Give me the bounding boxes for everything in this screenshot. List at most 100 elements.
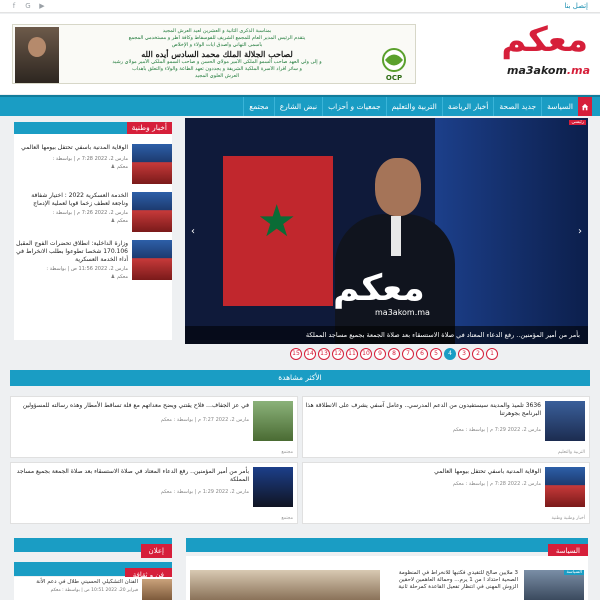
logo-latin: ma3akom.ma bbox=[507, 64, 590, 77]
banner-line: بأسمى التهاني وأصدق آيات الولاء و الإخلا… bbox=[171, 42, 263, 48]
news-thumbnail[interactable] bbox=[253, 401, 293, 441]
most-viewed-title: الأكثر مشاهدة bbox=[10, 370, 590, 386]
news-meta: فبراير 20، 2022 10:51 ص | بواسطة : معكم bbox=[50, 588, 138, 593]
page-dot[interactable]: 8 bbox=[388, 348, 400, 360]
news-category[interactable]: التربية والتعليم bbox=[558, 450, 585, 455]
art-section-header: فن و ثقافة bbox=[14, 562, 172, 582]
news-title[interactable]: 3636 تلميذ والمدينة سيستفيدون من الدعم ا… bbox=[305, 402, 541, 418]
politics-section-header: السياسة bbox=[186, 538, 588, 558]
top-bar: f G ▶ إتصل بنا bbox=[0, 0, 600, 13]
page-dot[interactable]: 15 bbox=[290, 348, 302, 360]
list-item[interactable]: الخدمة العسكرية 2022 : اختيار شفافة وناج… bbox=[14, 192, 172, 234]
slide-category-tag[interactable]: رئيسي bbox=[569, 120, 586, 125]
news-thumbnail[interactable] bbox=[132, 192, 172, 232]
news-thumbnail[interactable] bbox=[132, 144, 172, 184]
news-thumbnail[interactable] bbox=[545, 467, 585, 507]
banner-text: بمناسبة الذكرى الثانية و العشرين لعيد ال… bbox=[63, 28, 371, 80]
list-item[interactable]: الوقاية المدنية باسفي تحتفل بيومها العال… bbox=[302, 462, 590, 524]
page-dot[interactable]: 2 bbox=[472, 348, 484, 360]
news-title[interactable]: الفنان التشكيلي الحسيني طلال في دعم الأن… bbox=[18, 579, 138, 585]
featured-slider[interactable]: معكم ma3akom.ma رئيسي ‹ › بأمر من أمير ا… bbox=[185, 118, 588, 344]
google-plus-icon[interactable]: G bbox=[24, 2, 32, 11]
list-item[interactable]: الوقاية المدنية باسفي تحتفل بيومها العال… bbox=[14, 144, 172, 186]
news-meta: مارس 2، 2022 7:28 م | بواسطة : معكم bbox=[452, 481, 541, 487]
news-meta: مارس 2، 2022 7:26 م | بواسطة : bbox=[52, 210, 128, 216]
site-logo[interactable]: معكم ma3akom.ma bbox=[462, 20, 592, 88]
svg-text:OCP: OCP bbox=[386, 74, 402, 82]
widget-title: أخبار وطنية bbox=[14, 122, 172, 134]
news-author: معكم ♟ bbox=[110, 218, 128, 224]
page-dot[interactable]: 5 bbox=[430, 348, 442, 360]
logo-arabic: معكم bbox=[501, 20, 589, 60]
page-dot[interactable]: 10 bbox=[360, 348, 372, 360]
ad-section-header: إعلان bbox=[14, 538, 172, 558]
home-icon bbox=[581, 103, 589, 110]
page-dot[interactable]: 14 bbox=[304, 348, 316, 360]
page-dot[interactable]: 12 bbox=[332, 348, 344, 360]
page-dot[interactable]: 3 bbox=[458, 348, 470, 360]
nav-item-sports[interactable]: أخبار الرياضة bbox=[441, 97, 494, 116]
slider-next-icon[interactable]: › bbox=[578, 226, 582, 237]
contact-link[interactable]: إتصل بنا bbox=[564, 2, 588, 10]
news-thumbnail[interactable] bbox=[132, 240, 172, 280]
slide-caption[interactable]: بأمر من أمير المؤمنين.. رفع الدعاء المعت… bbox=[185, 326, 588, 344]
list-item[interactable]: في عز الجفاف… فلاح يقتني ويضح معداتهم مع… bbox=[10, 396, 298, 458]
slider-prev-icon[interactable]: ‹ bbox=[191, 226, 195, 237]
page-dot[interactable]: 9 bbox=[374, 348, 386, 360]
page-dot[interactable]: 7 bbox=[402, 348, 414, 360]
banner-line: العرش العلوي المجيد bbox=[194, 73, 239, 79]
list-item[interactable]: بأمر من أمير المؤمنين.. رفع الدعاء المعت… bbox=[10, 462, 298, 524]
nav-item-education[interactable]: التربية والتعليم bbox=[385, 97, 442, 116]
news-thumbnail[interactable] bbox=[253, 467, 293, 507]
home-button[interactable] bbox=[578, 97, 592, 116]
list-item[interactable]: 3636 تلميذ والمدينة سيستفيدون من الدعم ا… bbox=[302, 396, 590, 458]
news-meta: مارس 2، 2022 7:28 م | بواسطة : bbox=[52, 156, 128, 162]
slide-watermark-latin: ma3akom.ma bbox=[375, 308, 430, 317]
banner-line: بمناسبة الذكرى الثانية و العشرين لعيد ال… bbox=[162, 28, 272, 34]
banner-line: لصاحب الجلالة الملك محمد السادس أيده الل… bbox=[141, 49, 293, 59]
ad-banner[interactable]: بمناسبة الذكرى الثانية و العشرين لعيد ال… bbox=[12, 24, 416, 84]
facebook-icon[interactable]: f bbox=[10, 2, 18, 11]
art-culture-widget: الفنان التشكيلي الحسيني طلال في دعم الأن… bbox=[14, 577, 172, 600]
news-meta: مارس 2، 2022 7:27 م | بواسطة : معكم bbox=[160, 417, 249, 423]
page-dot[interactable]: 11 bbox=[346, 348, 358, 360]
news-meta: مارس 2، 2022 1:29 م | بواسطة : معكم bbox=[160, 489, 249, 495]
king-photo bbox=[15, 27, 59, 83]
news-category[interactable]: أخبار وطنية وطنية bbox=[551, 516, 585, 521]
news-author: معكم ♟ bbox=[110, 164, 128, 170]
morocco-flag bbox=[223, 156, 333, 306]
news-meta: مارس 2، 2022 7:29 م | بواسطة : معكم bbox=[452, 427, 541, 433]
page-dot[interactable]: 6 bbox=[416, 348, 428, 360]
news-title[interactable]: الوقاية المدنية باسفي تحتفل بيومها العال… bbox=[305, 468, 541, 476]
nav-item-associations[interactable]: جمعيات و أحزاب bbox=[322, 97, 386, 116]
banner-line: و إلى ولي العهد صاحب السمو الملكي الأمير… bbox=[112, 59, 322, 65]
site-header: بمناسبة الذكرى الثانية و العشرين لعيد ال… bbox=[0, 14, 600, 94]
banner-line: يتقدم الرئيس المدير العام للمجمع الشريف … bbox=[128, 35, 306, 41]
ocp-logo: OCP bbox=[382, 48, 406, 82]
news-title[interactable]: في عز الجفاف… فلاح يقتني ويضح معداتهم مع… bbox=[13, 402, 249, 410]
news-category[interactable]: مجتمع bbox=[281, 450, 293, 455]
news-title[interactable]: 3 ملايين صالح للتقيدي فكتبها للانخراط في… bbox=[392, 570, 518, 591]
news-category[interactable]: مجتمع bbox=[281, 516, 293, 521]
news-thumbnail[interactable] bbox=[545, 401, 585, 441]
category-tag[interactable]: السياسة bbox=[564, 570, 584, 575]
nav-item-politics[interactable]: السياسة bbox=[541, 97, 578, 116]
nav-item-society[interactable]: مجتمع bbox=[243, 97, 273, 116]
page-dot-active[interactable]: 4 bbox=[444, 348, 456, 360]
news-title[interactable]: الخدمة العسكرية 2022 : اختيار شفافة وناج… bbox=[14, 192, 128, 208]
news-thumbnail[interactable] bbox=[190, 570, 380, 600]
list-item[interactable]: وزارة الداخلية: انطلاق تحضرات الفوج المق… bbox=[14, 240, 172, 282]
news-thumbnail[interactable] bbox=[142, 579, 172, 600]
news-title[interactable]: بأمر من أمير المؤمنين.. رفع الدعاء المعت… bbox=[13, 468, 249, 484]
page-dot[interactable]: 1 bbox=[486, 348, 498, 360]
news-title[interactable]: وزارة الداخلية: انطلاق تحضرات الفوج المق… bbox=[14, 240, 128, 264]
nav-item-health[interactable]: جديد الصحة bbox=[493, 97, 541, 116]
banner-line: و سائر أفراد الأسرة الملكية الشريفة و يج… bbox=[132, 66, 302, 72]
page-dot[interactable]: 13 bbox=[318, 348, 330, 360]
nav-item-street[interactable]: نبض الشارع bbox=[273, 97, 322, 116]
slider-pagination: 1 2 3 4 5 6 7 8 9 10 11 12 13 14 15 bbox=[290, 348, 498, 360]
news-author: معكم ♟ bbox=[110, 274, 128, 280]
youtube-icon[interactable]: ▶ bbox=[38, 2, 46, 11]
news-title[interactable]: الوقاية المدنية باسفي تحتفل بيومها العال… bbox=[14, 144, 128, 152]
news-meta: مارس 2، 2022 11:56 ص | بواسطة : bbox=[46, 266, 128, 272]
